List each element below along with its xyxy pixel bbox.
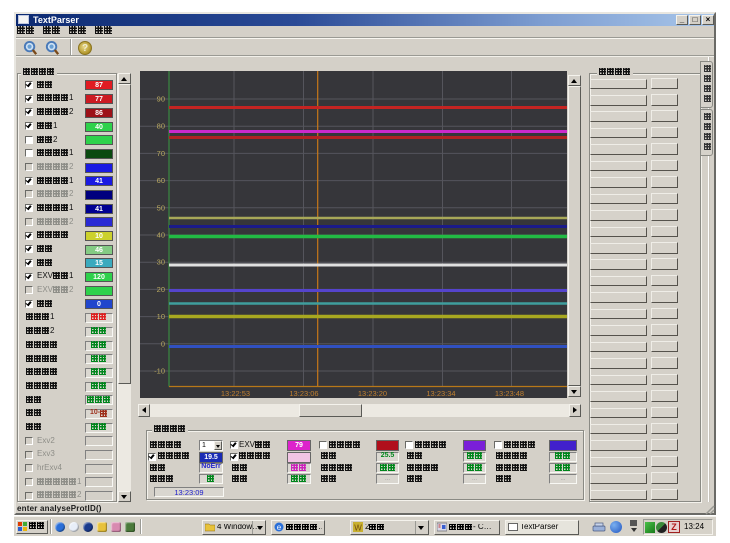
svg-text:10: 10 (157, 312, 165, 321)
svg-text:20: 20 (157, 285, 165, 294)
svg-text:30: 30 (157, 258, 165, 267)
svg-text:90: 90 (157, 95, 165, 104)
svg-text:70: 70 (157, 149, 165, 158)
svg-text:80: 80 (157, 122, 165, 131)
svg-text:W: W (354, 524, 362, 533)
svg-text:13:23:20: 13:23:20 (358, 389, 387, 398)
svg-text:-10: -10 (154, 367, 165, 376)
svg-text:13:23:48: 13:23:48 (495, 389, 524, 398)
svg-text:50: 50 (157, 203, 165, 212)
svg-text:0: 0 (161, 339, 165, 348)
svg-text:13:22:53: 13:22:53 (221, 389, 250, 398)
svg-text:e: e (277, 523, 282, 532)
svg-text:60: 60 (157, 176, 165, 185)
svg-text:13:23:34: 13:23:34 (426, 389, 455, 398)
svg-text:13:23:06: 13:23:06 (289, 389, 318, 398)
svg-text:40: 40 (157, 231, 165, 240)
